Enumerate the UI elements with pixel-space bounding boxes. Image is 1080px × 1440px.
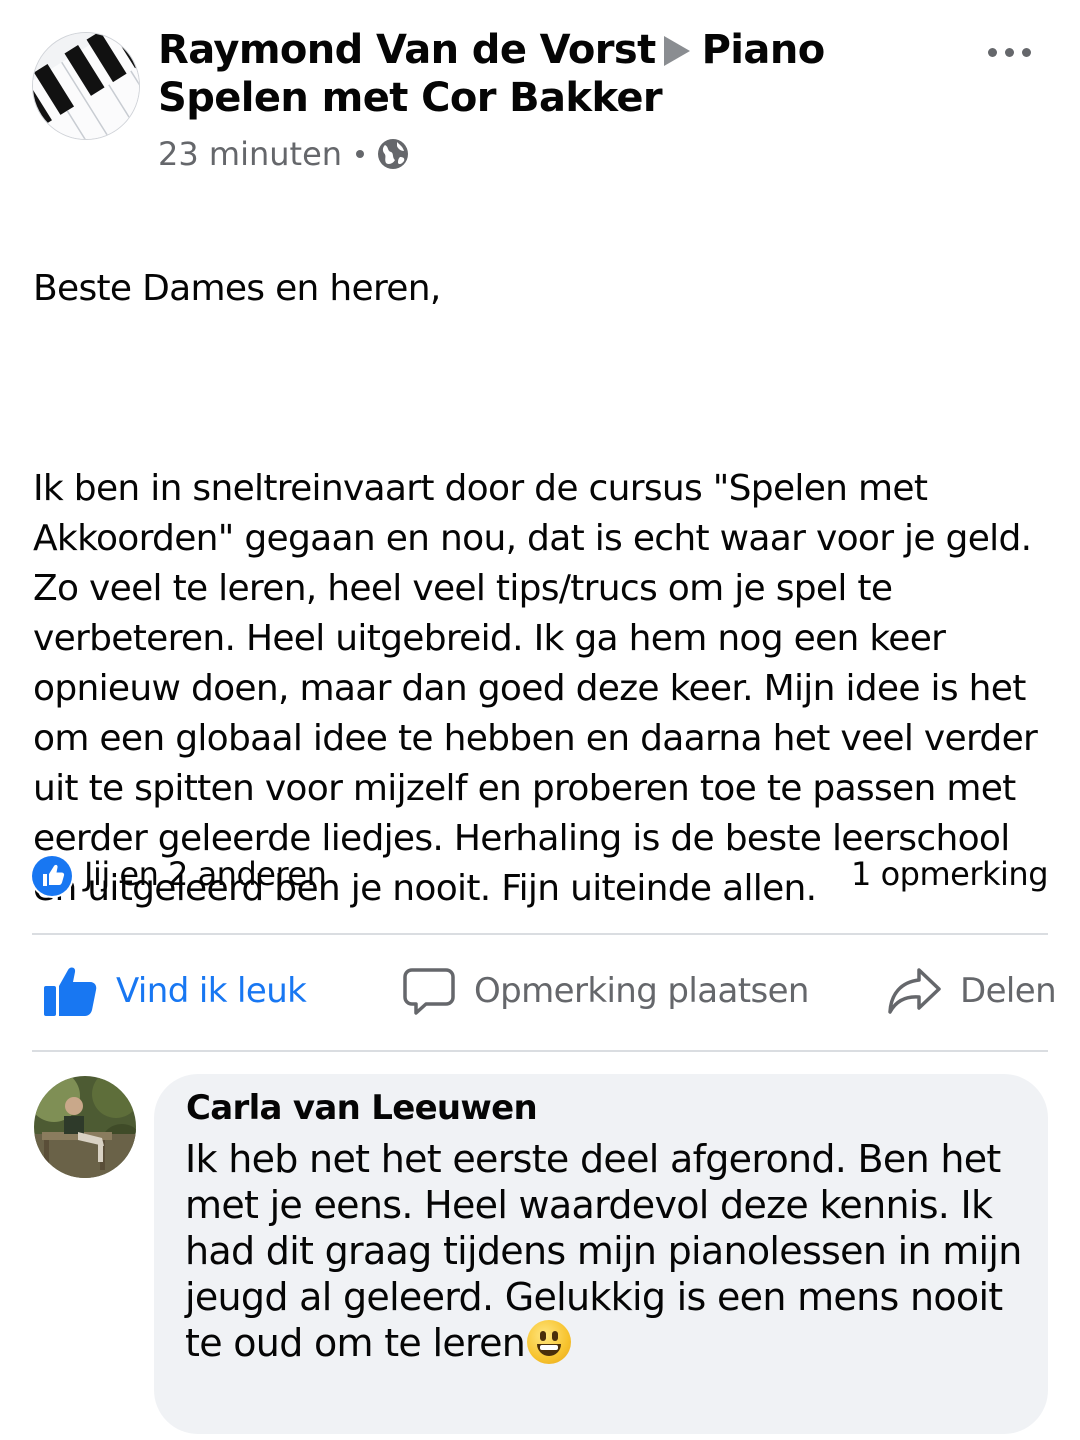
like-label: Vind ik leuk	[116, 971, 307, 1011]
post-message: Ik ben in sneltreinvaart door de cursus …	[33, 468, 1038, 909]
comment-message: Ik heb net het eerste deel afgerond. Ben…	[185, 1137, 1022, 1365]
author-avatar[interactable]	[32, 32, 140, 140]
like-button[interactable]: Vind ik leuk	[42, 958, 307, 1024]
comment-label: Opmerking plaatsen	[474, 971, 809, 1011]
comment-bubble-icon	[403, 968, 455, 1015]
post-timestamp[interactable]: 23 minuten	[158, 134, 342, 174]
comment-text: Ik heb net het eerste deel afgerond. Ben…	[185, 1136, 1025, 1366]
comment-button[interactable]: Opmerking plaatsen	[402, 958, 809, 1024]
commenter-photo	[34, 1076, 136, 1178]
commenter-name[interactable]: Carla van Leeuwen	[186, 1086, 538, 1130]
reactions-summary[interactable]: Jij en 2 anderen	[84, 852, 327, 896]
grinning-face-emoji-icon	[527, 1320, 572, 1364]
author-name[interactable]: Raymond Van de Vorst	[158, 27, 656, 73]
comments-count[interactable]: 1 opmerking	[851, 852, 1048, 896]
piano-keys-image	[33, 33, 139, 139]
commenter-avatar[interactable]	[34, 1076, 136, 1178]
meta-separator	[356, 150, 365, 158]
thumbs-up-icon	[44, 967, 97, 1016]
share-button[interactable]: Delen	[886, 958, 1057, 1024]
more-options-icon[interactable]	[986, 38, 1034, 68]
post-meta: 23 minuten	[158, 134, 410, 174]
divider	[32, 1050, 1048, 1052]
share-arrow-icon	[888, 968, 941, 1014]
share-label: Delen	[960, 971, 1057, 1011]
globe-icon	[378, 139, 409, 169]
shared-to-arrow-icon	[663, 36, 690, 66]
divider	[32, 933, 1048, 935]
post-header-title: Raymond Van de Vorst Piano Spelen met Cor…	[158, 26, 958, 122]
post-greeting: Beste Dames en heren,	[33, 268, 441, 309]
like-reaction-icon[interactable]	[32, 856, 72, 896]
